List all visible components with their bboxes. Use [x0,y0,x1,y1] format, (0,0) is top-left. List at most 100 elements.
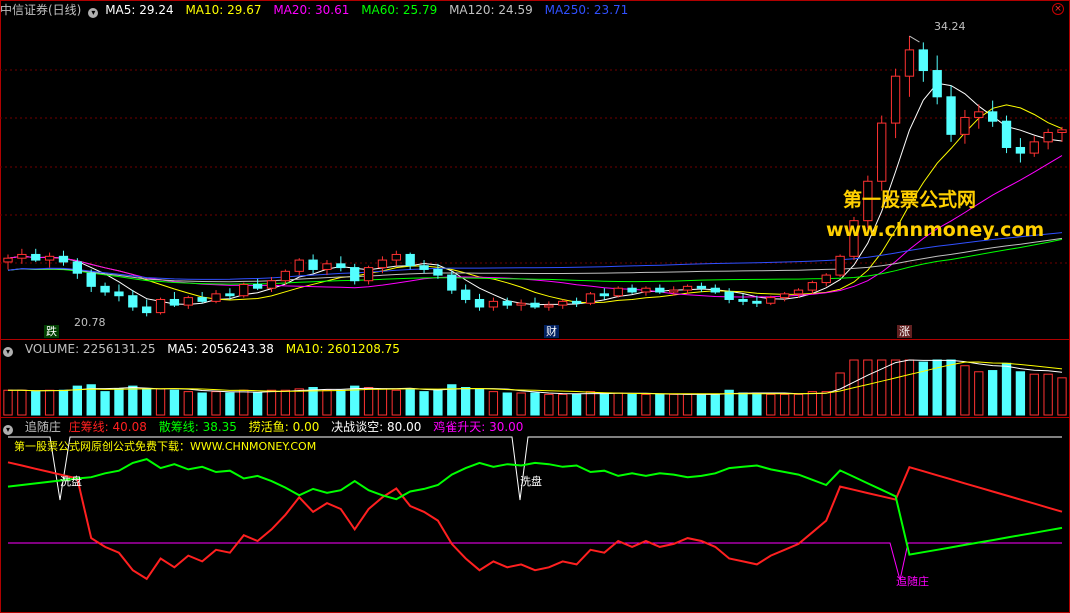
candle-body [682,285,693,291]
volume-bar [419,391,429,416]
candle-body [447,274,457,291]
promo-text: 第一股票公式网原创公式免费下载：WWW.CHNMONEY.COM [14,440,317,453]
candle-body [3,257,13,263]
candle-body [779,293,790,299]
candle-body [821,274,831,284]
candle-body [336,263,346,269]
jique-label: 鸡雀升天: 30.00 [433,420,524,434]
candle-body [807,282,818,291]
ma20-label: MA20: 30.61 [273,3,350,17]
candle-body [266,280,277,289]
candle-body [363,267,374,282]
volume-bar [488,391,499,416]
volume-bar [252,392,263,416]
volume-bar [266,389,277,416]
volume-bar [460,387,471,416]
candle-body [433,268,443,276]
candle-body [724,291,734,300]
candle-body [1029,141,1039,154]
volume-bar [405,388,415,416]
indicator-settings-icon[interactable]: ▾ [3,425,13,435]
settings-circle-icon[interactable]: ▾ [88,8,99,18]
candle-body [391,253,401,261]
candle-body [239,283,249,297]
ma10-label: MA10: 29.67 [185,3,262,17]
volume-bar [3,389,13,416]
chart-canvas[interactable] [0,0,1070,613]
candle-body [169,298,180,306]
volume-bar [682,393,693,416]
volume-bar [585,391,596,416]
volume-bar [530,392,540,416]
candle-body [946,96,956,135]
volume-bar [363,387,374,416]
candle-body [960,116,970,135]
candle-body [44,255,55,261]
volume-bar [696,393,707,416]
candle-body [987,111,998,122]
volume-ma5: MA5: 2056243.38 [167,342,274,356]
volume-bar [544,393,554,416]
candle-body [308,259,318,270]
volume-ma-10 [8,361,1063,395]
volume-bar [904,359,915,416]
volume-settings-icon[interactable]: ▾ [3,347,13,357]
candle-body [114,291,124,297]
volume-bar [308,387,318,416]
volume-bar [752,392,762,416]
volume-panel-header: ▾ VOLUME: 2256131.25 MA5: 2056243.38 MA1… [0,341,408,357]
candle-body [460,289,471,300]
volume-bar [987,370,998,416]
juezhan-label: 决战谈空: 80.00 [331,420,422,434]
watermark-cn: 第一股票公式网 [843,189,977,211]
volume-bar [128,385,138,416]
candle-body [419,265,429,270]
volume-bar [655,393,665,416]
volume-bar [807,391,818,416]
tag-die: 跌 [44,325,59,338]
candle-body [1057,129,1067,133]
candle-body [613,287,623,297]
price-panel-header: 中信证券(日线) ▾ MA5: 29.24 MA10: 29.67 MA20: 3… [0,2,636,18]
candle-body [488,300,499,308]
volume-bar [211,391,221,416]
volume-bar [890,359,901,416]
candle-body [31,253,41,261]
candle-body [835,255,845,276]
xipan-label-2: 洗盘 [520,475,542,488]
volume-bar [155,388,166,416]
volume-bar [183,391,193,416]
high-marker-line [909,35,920,43]
tag-zhang: 涨 [897,325,912,338]
volume-bar [17,389,27,416]
candle-body [516,302,526,306]
candle-body [738,298,748,302]
candle-body [72,261,83,274]
volume-bar [779,393,790,416]
candle-body [558,300,568,306]
candle-body [544,304,554,308]
candle-body [17,253,27,259]
low-price-label: 20.78 [74,316,106,329]
candle-body [502,300,512,306]
volume-bar [322,389,332,416]
candle-body [58,255,69,263]
ma60-label: MA60: 25.79 [361,3,438,17]
volume-value: VOLUME: 2256131.25 [24,342,156,356]
close-icon[interactable]: × [1052,3,1064,15]
volume-bar [641,393,651,416]
candle-body [890,75,901,124]
sanchou-label: 散筹线: 38.35 [158,420,237,434]
volume-bar [433,389,443,416]
candle-body [225,293,235,297]
candle-body [1001,120,1012,148]
volume-bar [474,388,485,416]
volume-bar [793,393,804,416]
volume-bar [960,365,970,416]
volume-bar [169,389,180,416]
volume-bar [877,359,887,416]
candle-body [655,287,665,293]
volume-bar [835,372,845,416]
candle-body [350,267,360,282]
volume-bar [1029,373,1039,416]
